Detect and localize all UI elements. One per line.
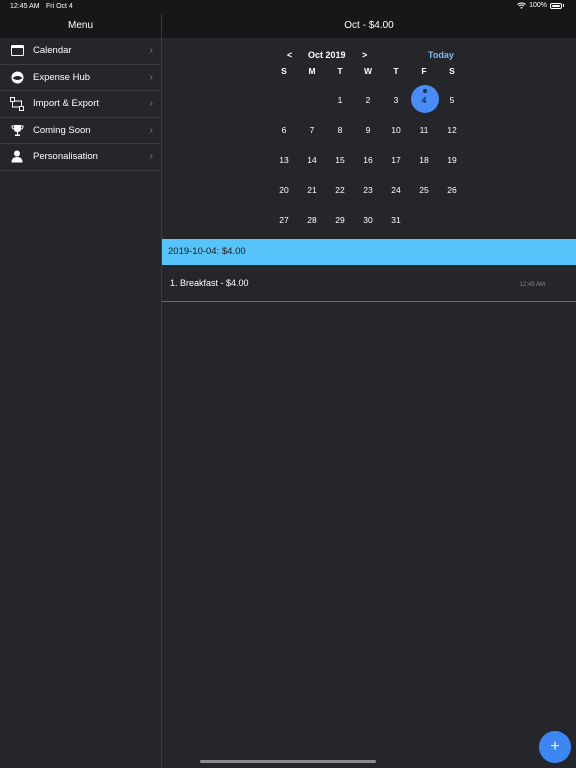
add-expense-button[interactable]: +	[539, 731, 571, 763]
calendar-day[interactable]: 17	[386, 155, 406, 165]
sidebar-item-expense-hub[interactable]: Expense Hub ›	[0, 65, 161, 91]
calendar-day[interactable]: 28	[302, 215, 322, 225]
calendar-day[interactable]: 8	[330, 125, 350, 135]
calendar-week: 27 28 29 30 31	[270, 215, 466, 229]
calendar-day[interactable]: 27	[274, 215, 294, 225]
status-indicators: 100%	[517, 2, 564, 9]
import-export-icon	[10, 96, 24, 111]
chevron-right-icon: ›	[149, 71, 153, 83]
calendar-day[interactable]: 23	[358, 185, 378, 195]
calendar-icon	[10, 44, 24, 58]
calendar-day[interactable]: 25	[414, 185, 434, 195]
calendar-week: 20 21 22 23 24 25 26	[270, 185, 466, 199]
weekday-label: S	[449, 66, 455, 76]
calendar-day[interactable]: 14	[302, 155, 322, 165]
calendar-week: 13 14 15 16 17 18 19	[270, 155, 466, 169]
calendar-day[interactable]: 9	[358, 125, 378, 135]
prev-month-button[interactable]: <	[287, 50, 292, 60]
calendar-nav: < Oct 2019 > Today	[162, 48, 576, 62]
chevron-right-icon: ›	[149, 45, 153, 56]
calendar-day[interactable]: 19	[442, 155, 462, 165]
chevron-right-icon: ›	[149, 151, 153, 162]
calendar-day[interactable]: 30	[358, 215, 378, 225]
sidebar: Menu Calendar › Expense Hub › Import & E…	[0, 0, 162, 768]
status-time: 12:45 AM	[10, 3, 40, 10]
expense-entry[interactable]: 1. Breakfast - $4.00 12:45 AM	[162, 266, 576, 302]
calendar-day[interactable]: 3	[386, 95, 406, 105]
calendar-day[interactable]: 11	[414, 125, 434, 135]
sidebar-item-label: Expense Hub	[33, 71, 91, 83]
calendar-day[interactable]: 31	[386, 215, 406, 225]
calendar-day-selected[interactable]: 4	[414, 95, 434, 105]
battery-icon	[550, 2, 562, 9]
calendar-day[interactable]: 22	[330, 185, 350, 195]
weekday-label: T	[337, 66, 343, 76]
sidebar-menu: Calendar › Expense Hub › Import & Export…	[0, 38, 161, 171]
calendar-day[interactable]: 12	[442, 125, 462, 135]
today-button[interactable]: Today	[428, 50, 454, 60]
calendar-day[interactable]: 29	[330, 215, 350, 225]
calendar-day[interactable]: 6	[274, 125, 294, 135]
sidebar-item-label: Personalisation	[33, 151, 98, 163]
calendar-week: 6 7 8 9 10 11 12	[270, 125, 466, 139]
calendar-day[interactable]: 1	[330, 95, 350, 105]
calendar-day[interactable]: 20	[274, 185, 294, 195]
calendar-day[interactable]: 10	[386, 125, 406, 135]
sidebar-item-label: Import & Export	[33, 98, 99, 110]
sidebar-item-import-export[interactable]: Import & Export ›	[0, 91, 161, 118]
expense-entry-text: 1. Breakfast - $4.00	[170, 278, 249, 288]
chevron-right-icon: ›	[149, 124, 153, 136]
weekday-label: M	[308, 66, 316, 76]
selected-day-summary: 2019-10-04: $4.00	[162, 239, 576, 265]
sidebar-item-coming-soon[interactable]: Coming Soon ›	[0, 118, 161, 144]
weekday-label: F	[421, 66, 427, 76]
battery-percent: 100%	[529, 2, 547, 9]
weekday-header: S M T W T F S	[270, 66, 466, 80]
calendar-day[interactable]: 24	[386, 185, 406, 195]
sidebar-item-label: Coming Soon	[33, 124, 91, 136]
battery-tip	[563, 4, 564, 7]
status-bar: 12:45 AM Fri Oct 4 100%	[0, 0, 576, 14]
next-month-button[interactable]: >	[362, 50, 367, 60]
status-date: Fri Oct 4	[46, 3, 73, 10]
expense-hub-icon	[10, 70, 24, 84]
event-dot	[423, 89, 427, 93]
chevron-right-icon: ›	[149, 98, 153, 109]
page-title: Oct - $4.00	[162, 14, 576, 38]
sidebar-item-calendar[interactable]: Calendar ›	[0, 38, 161, 65]
weekday-label: W	[363, 66, 373, 76]
expense-entry-time: 12:45 AM	[519, 282, 545, 288]
weekday-label: T	[393, 66, 399, 76]
calendar-day[interactable]: 15	[330, 155, 350, 165]
trophy-icon	[10, 123, 24, 137]
home-indicator[interactable]	[200, 760, 376, 763]
calendar-day[interactable]: 21	[302, 185, 322, 195]
sidebar-item-personalisation[interactable]: Personalisation ›	[0, 144, 161, 171]
calendar-week: 1 2 3 4 5	[270, 95, 466, 109]
sidebar-title: Menu	[0, 14, 161, 38]
person-icon	[10, 150, 24, 164]
calendar-day[interactable]: 13	[274, 155, 294, 165]
calendar-day[interactable]: 2	[358, 95, 378, 105]
calendar-day[interactable]: 16	[358, 155, 378, 165]
calendar-day[interactable]: 18	[414, 155, 434, 165]
wifi-icon	[517, 2, 526, 9]
weekday-label: S	[281, 66, 287, 76]
main-panel: Oct - $4.00 < Oct 2019 > Today S M T W T…	[162, 0, 576, 768]
calendar-day[interactable]: 7	[302, 125, 322, 135]
month-label: Oct 2019	[308, 50, 346, 60]
calendar-day[interactable]: 5	[442, 95, 462, 105]
calendar-day[interactable]: 26	[442, 185, 462, 195]
sidebar-item-label: Calendar	[33, 45, 72, 57]
